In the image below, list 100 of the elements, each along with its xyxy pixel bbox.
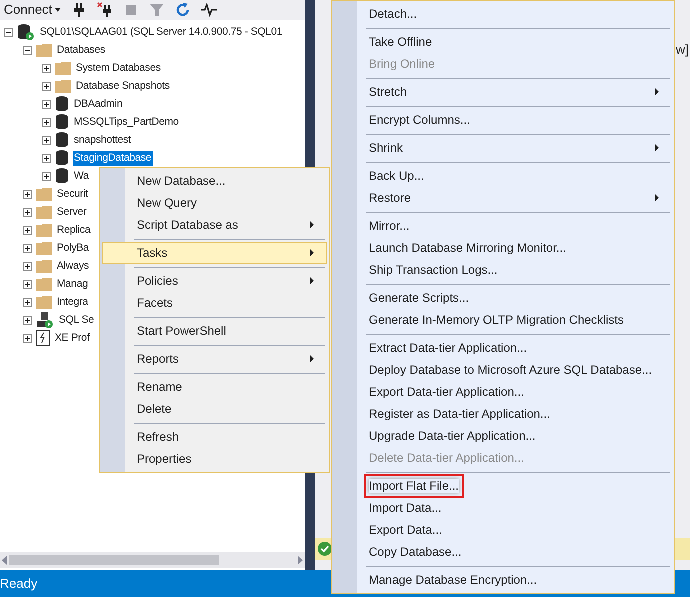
collapse-icon[interactable] — [4, 28, 13, 36]
menu-item[interactable]: Import Data... — [334, 497, 672, 519]
expand-icon[interactable] — [23, 334, 32, 342]
horizontal-scrollbar[interactable] — [0, 552, 305, 568]
menu-item[interactable]: Detach... — [334, 3, 672, 25]
menu-item[interactable]: Import Flat File... — [334, 475, 672, 497]
menu-item[interactable]: Policies — [102, 270, 327, 292]
tree-item[interactable]: Securit — [56, 186, 90, 202]
refresh-icon[interactable] — [175, 2, 192, 18]
tree-item[interactable]: StagingDatabase — [73, 150, 153, 166]
menu-item[interactable]: Mirror... — [334, 215, 672, 237]
activity-icon[interactable] — [201, 2, 218, 18]
expand-icon[interactable] — [23, 280, 32, 288]
menu-item[interactable]: Deploy Database to Microsoft Azure SQL Database... — [334, 359, 672, 381]
database-server-icon — [17, 24, 35, 40]
menu-item[interactable]: Restore — [334, 187, 672, 209]
tree-item[interactable]: DBAadmin — [73, 96, 124, 112]
tree-item[interactable]: Integra — [56, 294, 90, 310]
success-check-icon — [318, 542, 332, 556]
tree-item[interactable]: Replica — [56, 222, 92, 238]
tree-item[interactable]: System Databases — [75, 60, 162, 76]
menu-item[interactable]: Copy Database... — [334, 541, 672, 563]
folder-icon — [36, 205, 52, 219]
tree-item[interactable]: SQL01\SQLAAG01 (SQL Server 14.0.900.75 - SQL01 — [39, 24, 284, 40]
folder-icon — [36, 277, 52, 291]
tree-item[interactable]: PolyBa — [56, 240, 90, 256]
scroll-right-icon[interactable] — [298, 556, 303, 564]
menu-item[interactable]: Generate In-Memory OLTP Migration Checklists — [334, 309, 672, 331]
submenu-arrow-icon — [310, 277, 314, 285]
submenu-arrow-icon — [655, 194, 659, 202]
expand-icon[interactable] — [42, 82, 51, 90]
menu-item[interactable]: Properties — [102, 448, 327, 470]
menu-item[interactable]: New Database... — [102, 170, 327, 192]
expand-icon[interactable] — [42, 136, 51, 144]
tree-item[interactable]: Always — [56, 258, 90, 274]
menu-item[interactable]: Encrypt Columns... — [334, 109, 672, 131]
tree-item[interactable]: Wa — [73, 168, 90, 184]
submenu-arrow-icon — [310, 355, 314, 363]
code-text: w] — [676, 41, 689, 59]
tree-item[interactable]: Manag — [56, 276, 90, 292]
menu-item[interactable]: Tasks — [102, 242, 327, 264]
submenu-arrow-icon — [655, 88, 659, 96]
agent-icon — [36, 312, 54, 328]
lightning-document-icon — [36, 330, 50, 346]
expand-icon[interactable] — [23, 208, 32, 216]
menu-item[interactable]: Generate Scripts... — [334, 287, 672, 309]
expand-icon[interactable] — [42, 118, 51, 126]
menu-item[interactable]: Facets — [102, 292, 327, 314]
expand-icon[interactable] — [23, 298, 32, 306]
menu-item[interactable]: Upgrade Data-tier Application... — [334, 425, 672, 447]
expand-icon[interactable] — [23, 262, 32, 270]
folder-icon — [36, 259, 52, 273]
menu-item[interactable]: Back Up... — [334, 165, 672, 187]
menu-item[interactable]: Delete — [102, 398, 327, 420]
expand-icon[interactable] — [23, 190, 32, 198]
menu-item[interactable]: New Query — [102, 192, 327, 214]
database-icon — [55, 150, 69, 166]
menu-item[interactable]: Reports — [102, 348, 327, 370]
collapse-icon[interactable] — [23, 46, 32, 54]
unplug-icon[interactable] — [97, 2, 114, 18]
tree-item[interactable]: snapshottest — [73, 132, 132, 148]
menu-item[interactable]: Export Data-tier Application... — [334, 381, 672, 403]
menu-item[interactable]: Script Database as — [102, 214, 327, 236]
menu-item[interactable]: Take Offline — [334, 31, 672, 53]
expand-icon[interactable] — [42, 64, 51, 72]
submenu-arrow-icon — [310, 221, 314, 229]
menu-item[interactable]: Export Data... — [334, 519, 672, 541]
submenu-arrow-icon — [655, 144, 659, 152]
expand-icon[interactable] — [42, 100, 51, 108]
menu-item[interactable]: Extract Data-tier Application... — [334, 337, 672, 359]
connect-button[interactable]: Connect — [4, 0, 62, 20]
expand-icon[interactable] — [23, 316, 32, 324]
menu-item[interactable]: Ship Transaction Logs... — [334, 259, 672, 281]
folder-icon — [36, 295, 52, 309]
tree-item[interactable]: XE Prof — [54, 330, 91, 346]
menu-item[interactable]: Manage Database Encryption... — [334, 569, 672, 591]
tree-item[interactable]: Server — [56, 204, 88, 220]
expand-icon[interactable] — [23, 226, 32, 234]
menu-item[interactable]: Refresh — [102, 426, 327, 448]
tree-item[interactable]: MSSQLTips_PartDemo — [73, 114, 180, 130]
folder-icon — [55, 79, 71, 93]
database-icon — [55, 168, 69, 184]
folder-icon — [36, 241, 52, 255]
menu-item[interactable]: Launch Database Mirroring Monitor... — [334, 237, 672, 259]
status-text: Ready — [0, 574, 38, 593]
menu-item[interactable]: Register as Data-tier Application... — [334, 403, 672, 425]
tree-item[interactable]: Database Snapshots — [75, 78, 171, 94]
expand-icon[interactable] — [42, 172, 51, 180]
database-icon — [55, 114, 69, 130]
menu-item[interactable]: Stretch — [334, 81, 672, 103]
expand-icon[interactable] — [23, 244, 32, 252]
menu-item[interactable]: Start PowerShell — [102, 320, 327, 342]
menu-item[interactable]: Shrink — [334, 137, 672, 159]
expand-icon[interactable] — [42, 154, 51, 162]
folder-icon — [36, 187, 52, 201]
folder-icon — [36, 43, 52, 57]
menu-item[interactable]: Rename — [102, 376, 327, 398]
tree-item[interactable]: SQL Se — [58, 312, 96, 328]
tree-item[interactable]: Databases — [56, 42, 106, 58]
scroll-left-icon[interactable] — [2, 556, 7, 564]
